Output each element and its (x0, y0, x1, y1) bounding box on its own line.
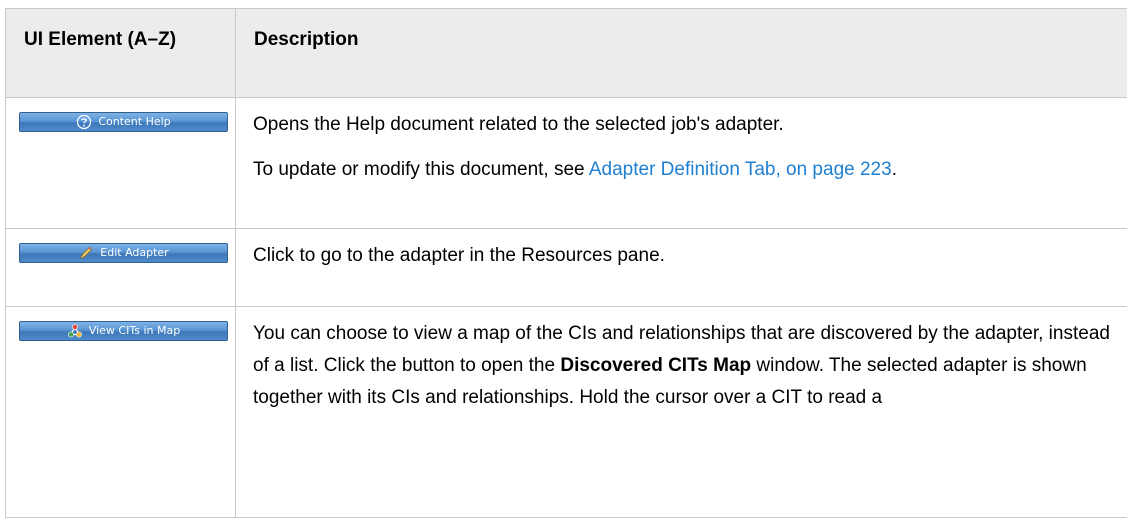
edit-adapter-button[interactable]: Edit Adapter (19, 243, 228, 263)
discovered-cits-map-term: Discovered CITs Map (560, 355, 751, 376)
ui-element-cell: Content Help (6, 98, 236, 229)
edit-adapter-button-label: Edit Adapter (100, 244, 168, 262)
cit-map-icon (67, 323, 83, 339)
ui-element-cell: View CITs in Map (6, 307, 236, 518)
content-help-button[interactable]: Content Help (19, 112, 228, 132)
description-text: Opens the Help document related to the s… (253, 109, 1125, 141)
column-header-description: Description (236, 9, 1127, 98)
ui-element-cell: Edit Adapter (6, 229, 236, 307)
table-row-view-cits-map: View CITs in Map You can choose to view … (6, 307, 1127, 518)
description-cell: Click to go to the adapter in the Resour… (236, 229, 1127, 307)
table-row-content-help: Content Help Opens the Help document rel… (6, 98, 1127, 229)
table-header-row: UI Element (A–Z) Description (6, 9, 1127, 98)
description-text-suffix: . (892, 159, 897, 180)
description-text: Click to go to the adapter in the Resour… (253, 240, 1125, 272)
description-cell: You can choose to view a map of the CIs … (236, 307, 1127, 518)
view-cits-in-map-button-label: View CITs in Map (89, 322, 180, 340)
description-text: You can choose to view a map of the CIs … (253, 318, 1125, 414)
column-header-ui-element: UI Element (A–Z) (6, 9, 236, 98)
description-text: To update or modify this document, see A… (253, 154, 1125, 186)
adapter-definition-tab-link[interactable]: Adapter Definition Tab, on page 223 (589, 159, 892, 180)
ui-element-table: UI Element (A–Z) Description Content Hel… (5, 8, 1127, 518)
view-cits-in-map-button[interactable]: View CITs in Map (19, 321, 228, 341)
pencil-icon (78, 245, 94, 261)
description-cell: Opens the Help document related to the s… (236, 98, 1127, 229)
description-text-prefix: To update or modify this document, see (253, 159, 589, 180)
content-help-button-label: Content Help (98, 113, 170, 131)
help-icon (76, 114, 92, 130)
table-row-edit-adapter: Edit Adapter Click to go to the adapter … (6, 229, 1127, 307)
